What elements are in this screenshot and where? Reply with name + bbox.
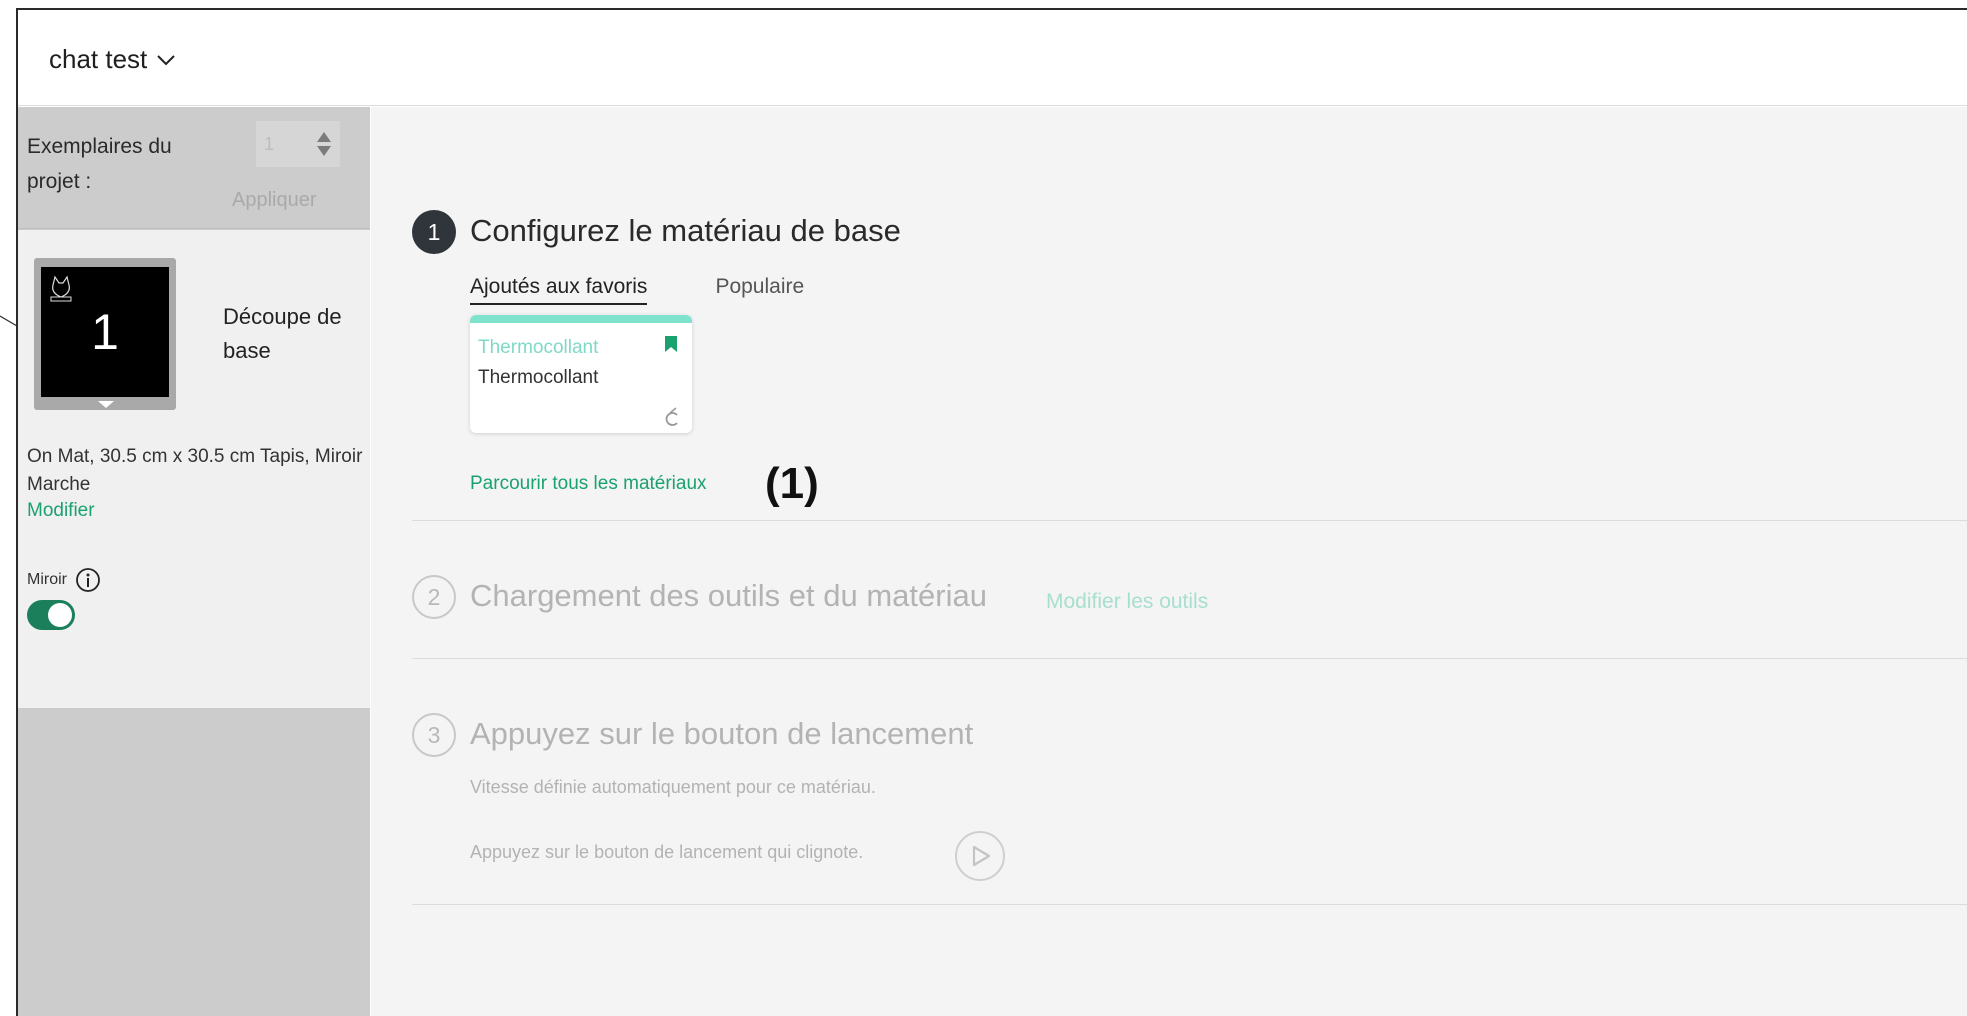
mat-preview: 1 — [41, 267, 169, 397]
divider — [412, 658, 1967, 659]
browse-all-materials-link[interactable]: Parcourir tous les matériaux — [470, 473, 707, 495]
tab-favorites[interactable]: Ajoutés aux favoris — [470, 275, 648, 305]
divider — [412, 520, 1967, 521]
apply-button[interactable]: Appliquer — [232, 189, 317, 212]
divider — [412, 904, 1967, 905]
play-icon — [972, 845, 991, 867]
step-1-number: 1 — [412, 210, 456, 254]
toggle-knob — [48, 603, 72, 627]
sidebar: Exemplaires du projet : Appliquer 1 — [18, 107, 370, 1016]
stepper-arrows — [308, 121, 340, 167]
step-3-number: 3 — [412, 713, 456, 757]
tab-popular[interactable]: Populaire — [715, 275, 804, 305]
mirror-toggle[interactable] — [27, 600, 75, 630]
material-card[interactable]: Thermocollant Thermocollant — [470, 315, 692, 433]
mat-number: 1 — [91, 304, 119, 360]
app-window: chat test Exemplaires du projet : Appliq… — [16, 8, 1967, 1016]
copies-input[interactable] — [256, 121, 308, 167]
material-card-subtitle: Thermocollant — [478, 367, 599, 388]
material-tabs: Ajoutés aux favoris Populaire — [470, 275, 804, 305]
mat-thumbnail[interactable]: 1 — [34, 258, 176, 410]
edit-tools-link[interactable]: Modifier les outils — [1046, 590, 1208, 614]
project-title: chat test — [49, 44, 148, 74]
chevron-down-icon — [157, 54, 175, 65]
mat-selected-marker — [98, 401, 114, 408]
increment-arrow-icon[interactable] — [317, 132, 331, 142]
step-2-title: Chargement des outils et du matériau — [470, 578, 987, 613]
step-1-title: Configurez le matériau de base — [470, 213, 901, 248]
cut-tool-icon — [665, 407, 678, 426]
material-card-title: Thermocollant — [478, 337, 599, 358]
modify-link[interactable]: Modifier — [27, 500, 95, 522]
mat-info: On Mat, 30.5 cm x 30.5 cm Tapis, Miroir … — [27, 446, 363, 495]
main-panel: 1 Configurez le matériau de base Ajoutés… — [371, 107, 1967, 1016]
mirror-label: Miroir — [27, 571, 67, 588]
bookmark-icon[interactable] — [664, 335, 678, 353]
info-icon[interactable] — [75, 567, 101, 593]
copies-stepper[interactable] — [256, 121, 340, 167]
mat-name: Découpe de base — [223, 304, 342, 363]
speed-info-text: Vitesse définie automatiquement pour ce … — [470, 777, 876, 797]
go-button[interactable] — [955, 831, 1005, 881]
project-copies-panel: Exemplaires du projet : Appliquer — [18, 107, 370, 229]
mirror-row: Miroir — [27, 567, 101, 593]
annotation-callout: (1) — [765, 459, 819, 508]
project-title-dropdown[interactable]: chat test — [49, 44, 177, 75]
decrement-arrow-icon[interactable] — [317, 146, 331, 156]
mat-panel: 1 Découpe de base On Mat, 30.5 cm x 30.5… — [18, 230, 370, 708]
cat-design-icon — [50, 275, 72, 302]
header: chat test — [18, 10, 1967, 106]
press-go-text: Appuyez sur le bouton de lancement qui c… — [470, 842, 864, 862]
step-2-number: 2 — [412, 575, 456, 619]
copies-label: Exemplaires du projet : — [27, 135, 172, 193]
card-accent-bar — [470, 315, 692, 323]
step-3-title: Appuyez sur le bouton de lancement — [470, 716, 974, 751]
